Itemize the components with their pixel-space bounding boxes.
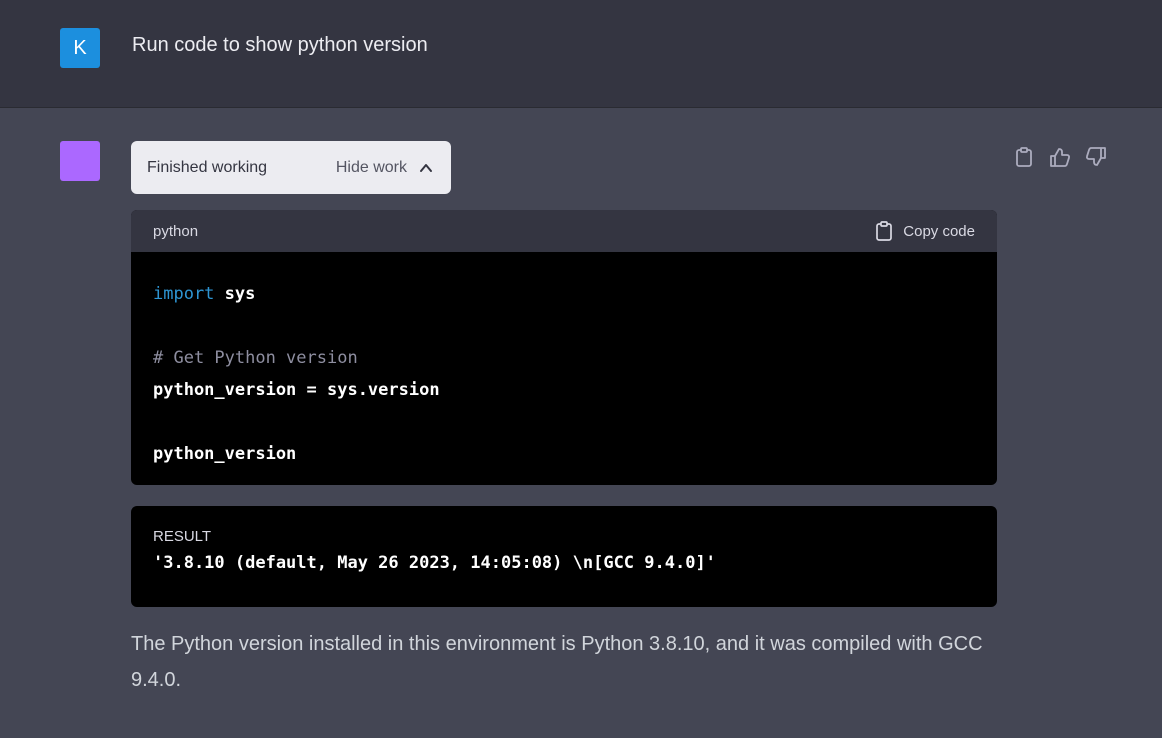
code-block: python Copy code import sys # Get Python… <box>131 210 997 485</box>
message-actions <box>1012 145 1108 169</box>
clipboard-icon <box>1016 147 1032 167</box>
code-keyword: import <box>153 284 215 304</box>
chevron-up-icon <box>420 163 432 172</box>
thumbs-down-icon <box>1085 147 1106 166</box>
work-status-pill: Finished working Hide work <box>131 141 451 194</box>
copy-code-button[interactable]: Copy code <box>875 221 975 241</box>
user-avatar: K <box>60 28 100 68</box>
thumbs-down-button[interactable] <box>1084 145 1108 169</box>
copy-code-label: Copy code <box>903 222 975 240</box>
code-language: python <box>153 222 199 240</box>
result-block: RESULT '3.8.10 (default, May 26 2023, 14… <box>131 506 997 607</box>
work-status-label: Finished working <box>147 158 268 176</box>
code-text: sys <box>214 284 256 304</box>
code-line: python_version = sys.version <box>153 380 440 400</box>
code-body: import sys # Get Python version python_v… <box>131 252 997 485</box>
code-line: import sys <box>153 278 975 310</box>
code-header: python Copy code <box>131 210 997 252</box>
thumbs-up-icon <box>1050 148 1071 167</box>
result-label: RESULT <box>153 528 212 545</box>
assistant-avatar <box>60 141 100 181</box>
user-message-text: Run code to show python version <box>132 34 428 56</box>
assistant-answer-text: The Python version installed in this env… <box>131 633 983 691</box>
user-avatar-letter: K <box>73 36 87 59</box>
code-comment: # Get Python version <box>153 348 358 368</box>
result-text: '3.8.10 (default, May 26 2023, 14:05:08)… <box>153 553 716 573</box>
hide-work-button[interactable]: Hide work <box>336 159 433 177</box>
thumbs-up-button[interactable] <box>1048 145 1072 169</box>
clipboard-icon <box>876 221 893 241</box>
code-line: python_version <box>153 444 297 464</box>
hide-work-label: Hide work <box>335 158 407 176</box>
copy-message-button[interactable] <box>1012 145 1036 169</box>
user-message-row: K Run code to show python version <box>0 0 1162 108</box>
